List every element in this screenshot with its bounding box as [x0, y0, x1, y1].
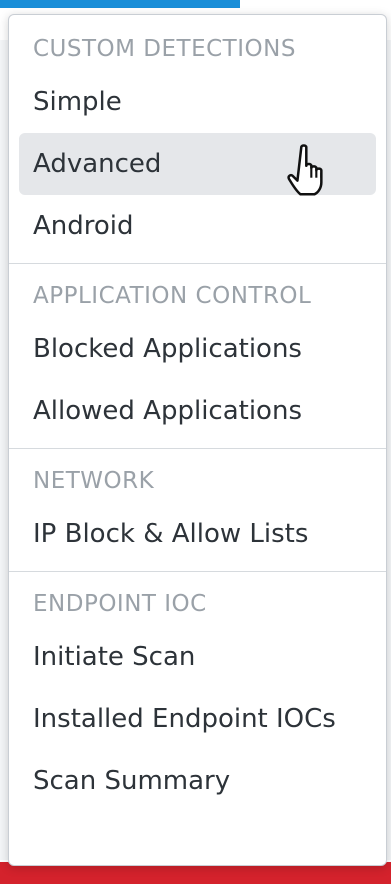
menu-item-ip-block-allow-lists[interactable]: IP Block & Allow Lists: [19, 503, 376, 565]
menu-item-installed-endpoint-iocs[interactable]: Installed Endpoint IOCs: [19, 688, 376, 750]
background-left-edge: [0, 40, 8, 860]
background-blue-bar: [0, 0, 240, 8]
menu-item-advanced[interactable]: Advanced: [19, 133, 376, 196]
menu-item-label: Advanced: [33, 149, 162, 179]
menu-item-scan-summary[interactable]: Scan Summary: [19, 750, 376, 812]
section-header-endpoint-ioc: ENDPOINT IOC: [33, 591, 207, 617]
menu-item-simple[interactable]: Simple: [19, 71, 376, 133]
menu-item-allowed-applications[interactable]: Allowed Applications: [19, 380, 376, 442]
page: CUSTOM DETECTIONS Simple Advanced Androi…: [0, 0, 391, 884]
section-header-custom-detections: CUSTOM DETECTIONS: [33, 36, 296, 62]
hand-pointer-icon: [287, 144, 323, 196]
menu-divider: [9, 448, 386, 449]
menu-item-blocked-applications[interactable]: Blocked Applications: [19, 318, 376, 380]
outbreak-control-dropdown-menu: CUSTOM DETECTIONS Simple Advanced Androi…: [8, 14, 387, 866]
section-header-application-control: APPLICATION CONTROL: [33, 283, 312, 309]
section-header-network: NETWORK: [33, 468, 155, 494]
menu-item-initiate-scan[interactable]: Initiate Scan: [19, 626, 376, 688]
menu-divider: [9, 571, 386, 572]
menu-item-android[interactable]: Android: [19, 195, 376, 257]
menu-divider: [9, 263, 386, 264]
